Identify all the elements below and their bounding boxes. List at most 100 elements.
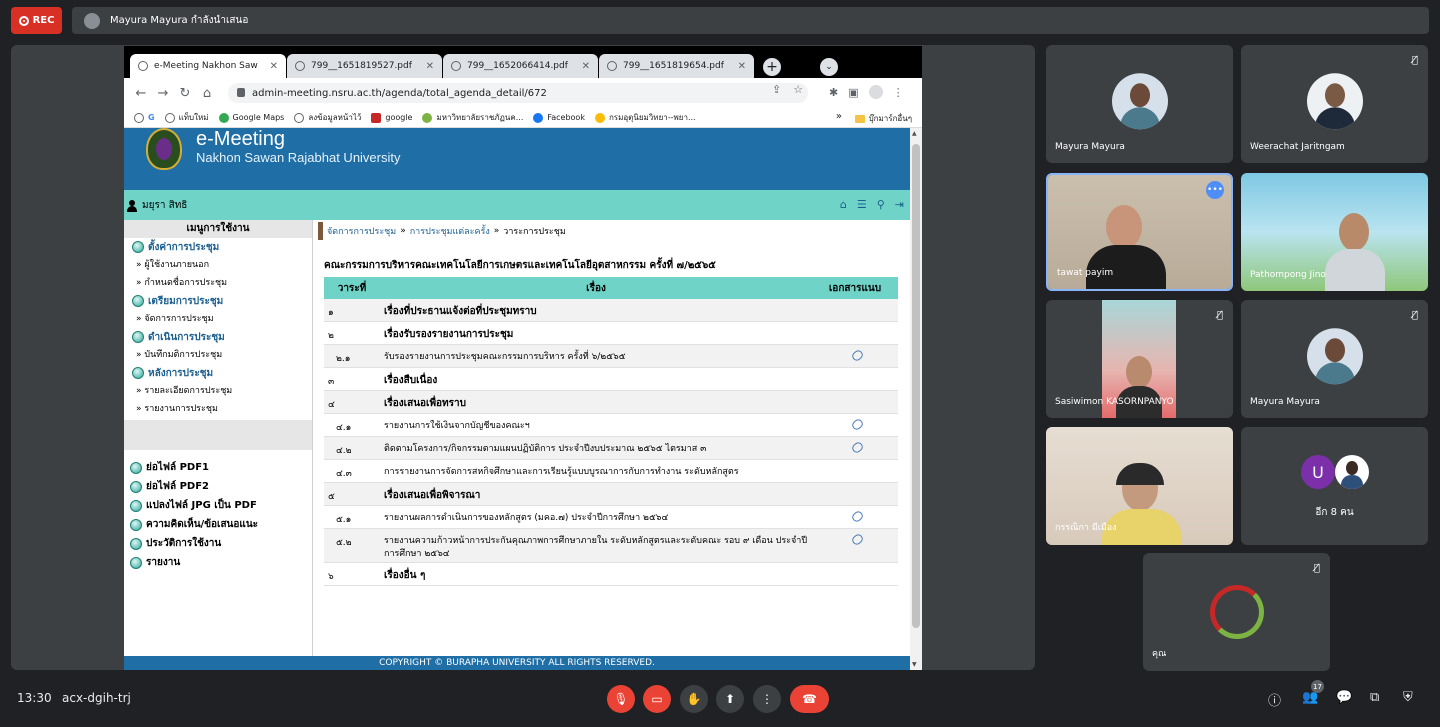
menu-section-after[interactable]: หลังการประชุม xyxy=(124,364,312,382)
bookmark-item[interactable]: มหาวิทยาลัยราชภัฏนค... xyxy=(422,111,523,124)
menu-section-conduct[interactable]: ดำเนินการประชุม xyxy=(124,328,312,346)
bookmark-item[interactable]: Facebook xyxy=(533,112,585,123)
share-icon[interactable]: ⇪ xyxy=(772,83,781,96)
participant-tile[interactable]: Mayura Mayura xyxy=(1046,45,1233,163)
tool-jpg-to-pdf[interactable]: แปลงไฟล์ JPG เป็น PDF xyxy=(124,496,312,515)
tool-feedback[interactable]: ความคิดเห็น/ข้อเสนอแนะ xyxy=(124,515,312,534)
activities-icon[interactable]: ⧉ xyxy=(1370,690,1379,705)
reload-icon[interactable]: ↻ xyxy=(174,86,196,101)
bookmark-item[interactable]: ลงข้อมูลหน้าไว้ xyxy=(294,111,361,124)
tool-compress-pdf-1[interactable]: ย่อไฟล์ PDF1 xyxy=(124,458,312,477)
participant-tile[interactable]: 🎙̸ Sasiwimon KASORNPANYO xyxy=(1046,300,1233,418)
scroll-down-icon[interactable]: ▼ xyxy=(912,661,917,668)
folder-icon xyxy=(854,114,865,123)
scrollbar-thumb[interactable] xyxy=(912,144,920,628)
bookmark-item[interactable]: กรมอุตุนิยมวิทยา--พยา... xyxy=(594,111,696,124)
list-icon[interactable]: ☰ xyxy=(857,198,867,211)
browser-tab-pdf-1[interactable]: 799__1651819527.pdf ✕ xyxy=(287,54,442,78)
sidebar-divider xyxy=(124,420,312,450)
present-button[interactable]: ⬆ xyxy=(716,685,744,713)
participant-tile[interactable]: กรรณิกา มีเมือง xyxy=(1046,427,1233,545)
tab-search-button[interactable]: ⌄ xyxy=(820,58,838,76)
paperclip-icon[interactable] xyxy=(849,532,865,547)
host-controls-icon[interactable]: ⛨ xyxy=(1403,690,1413,705)
breadcrumb-separator: » xyxy=(493,226,500,236)
bookmark-star-icon[interactable]: ☆ xyxy=(793,83,803,96)
menu-icon[interactable]: ⋮ xyxy=(893,86,904,99)
paperclip-icon[interactable] xyxy=(849,440,865,455)
other-bookmarks-folder[interactable]: บุ๊กมาร์กอื่นๆ xyxy=(854,112,912,125)
menu-item-meeting-reports[interactable]: รายงานการประชุม xyxy=(124,400,312,418)
menu-section-settings[interactable]: ตั้งค่าการประชุม xyxy=(124,238,312,256)
agenda-title[interactable]: รับรองรายงานการประชุมคณะกรรมการบริหาร คร… xyxy=(384,351,816,364)
tool-reports[interactable]: รายงาน xyxy=(124,553,312,572)
bookmark-item[interactable]: G xyxy=(134,112,155,123)
more-bookmarks-icon[interactable]: » xyxy=(836,111,842,122)
search-icon[interactable]: ⚲ xyxy=(877,198,885,211)
url-field[interactable]: admin-meeting.nsru.ac.th/agenda/total_ag… xyxy=(228,83,808,103)
tool-usage-history[interactable]: ประวัติการใช้งาน xyxy=(124,534,312,553)
extensions-icon[interactable]: ✱ xyxy=(829,86,838,99)
bookmark-item[interactable]: Google Maps xyxy=(218,112,284,123)
home-icon[interactable]: ⌂ xyxy=(196,86,218,101)
raise-hand-button[interactable]: ✋ xyxy=(680,685,708,713)
agenda-attachment xyxy=(816,440,898,455)
profile-icon[interactable] xyxy=(868,85,883,99)
leave-call-button[interactable]: ☎ xyxy=(790,685,829,713)
more-options-button[interactable]: ⋮ xyxy=(753,685,781,713)
agenda-title[interactable]: รายงานความก้าวหน้าการประกันคุณภาพการศึกษ… xyxy=(384,535,816,561)
paperclip-icon[interactable] xyxy=(849,509,865,524)
close-icon[interactable]: ✕ xyxy=(270,61,278,72)
browser-tab-pdf-2[interactable]: 799__1652066414.pdf ✕ xyxy=(443,54,598,78)
folder-label: บุ๊กมาร์กอื่นๆ xyxy=(868,114,912,123)
agenda-title[interactable]: ติดตามโครงการ/กิจกรรมตามแผนปฏิบัติการ ปร… xyxy=(384,443,816,456)
forward-icon[interactable]: → xyxy=(152,86,174,101)
page-scrollbar[interactable]: ▲ ▼ xyxy=(910,128,922,670)
menu-item-manage-meetings[interactable]: จัดการการประชุม xyxy=(124,310,312,328)
mic-toggle-button[interactable]: 🎙 xyxy=(607,685,635,713)
more-options-icon[interactable]: ••• xyxy=(1206,181,1224,199)
new-tab-button[interactable]: + xyxy=(763,58,781,76)
breadcrumb-link[interactable]: การประชุมแต่ละครั้ง xyxy=(410,224,490,238)
menu-item-meeting-details[interactable]: รายละเอียดการประชุม xyxy=(124,382,312,400)
participant-tile[interactable]: Pathompong Jino xyxy=(1241,173,1428,291)
tool-label: ย่อไฟล์ PDF2 xyxy=(146,481,210,492)
close-icon[interactable]: ✕ xyxy=(582,61,590,72)
self-tile[interactable]: 🎙̸ คุณ xyxy=(1143,553,1330,671)
agenda-title[interactable]: รายงานการใช้เงินจากบัญชีของคณะฯ xyxy=(384,420,816,433)
logout-icon[interactable]: ⇥ xyxy=(895,198,904,211)
browser-tab-emeeting[interactable]: e-Meeting Nakhon Sawan R ✕ xyxy=(130,54,286,78)
agenda-title[interactable]: การรายงานการจัดการสหกิจศึกษาและการเรียนร… xyxy=(384,466,816,479)
participant-avatar xyxy=(1111,73,1168,130)
paperclip-icon[interactable] xyxy=(849,348,865,363)
more-participants-tile[interactable]: U อีก 8 คน xyxy=(1241,427,1428,545)
weather-icon xyxy=(594,112,605,123)
bookmark-item[interactable]: google xyxy=(371,112,412,123)
info-icon[interactable]: ⓘ xyxy=(1268,690,1281,709)
menu-item-meeting-names[interactable]: กำหนดชื่อการประชุม xyxy=(124,274,312,292)
participant-tile-active[interactable]: ••• tawat payim xyxy=(1046,173,1233,291)
menu-item-external-users[interactable]: ผู้ใช้งานภายนอก xyxy=(124,256,312,274)
scroll-up-icon[interactable]: ▲ xyxy=(912,130,917,137)
side-panel-icon[interactable]: ▣ xyxy=(848,86,858,99)
breadcrumb-link[interactable]: จัดการการประชุม xyxy=(327,224,396,238)
camera-toggle-button[interactable]: ▭ xyxy=(643,685,671,713)
home-icon[interactable]: ⌂ xyxy=(840,198,847,211)
back-icon[interactable]: ← xyxy=(130,86,152,101)
close-icon[interactable]: ✕ xyxy=(738,61,746,72)
paperclip-icon[interactable] xyxy=(849,417,865,432)
browser-tab-pdf-3[interactable]: 799__1651819654.pdf ✕ xyxy=(599,54,754,78)
menu-item-record-resolutions[interactable]: บันทึกมติการประชุม xyxy=(124,346,312,364)
close-icon[interactable]: ✕ xyxy=(426,61,434,72)
bullet-icon xyxy=(130,518,142,531)
bookmark-item[interactable]: แท็บใหม่ xyxy=(164,111,209,124)
menu-section-prepare[interactable]: เตรียมการประชุม xyxy=(124,292,312,310)
meeting-code[interactable]: acx-dgih-trj xyxy=(62,691,131,705)
participant-name: กรรณิกา มีเมือง xyxy=(1055,523,1117,533)
agenda-title[interactable]: รายงานผลการดำเนินการของหลักสูตร (มคอ.๗) … xyxy=(384,512,816,525)
participant-tile[interactable]: 🎙̸ Weerachat Jaritngam xyxy=(1241,45,1428,163)
tool-compress-pdf-2[interactable]: ย่อไฟล์ PDF2 xyxy=(124,477,312,496)
participant-tile[interactable]: 🎙̸ Mayura Mayura xyxy=(1241,300,1428,418)
participant-avatar xyxy=(1335,455,1369,489)
chat-icon[interactable]: 💬 xyxy=(1336,690,1352,705)
